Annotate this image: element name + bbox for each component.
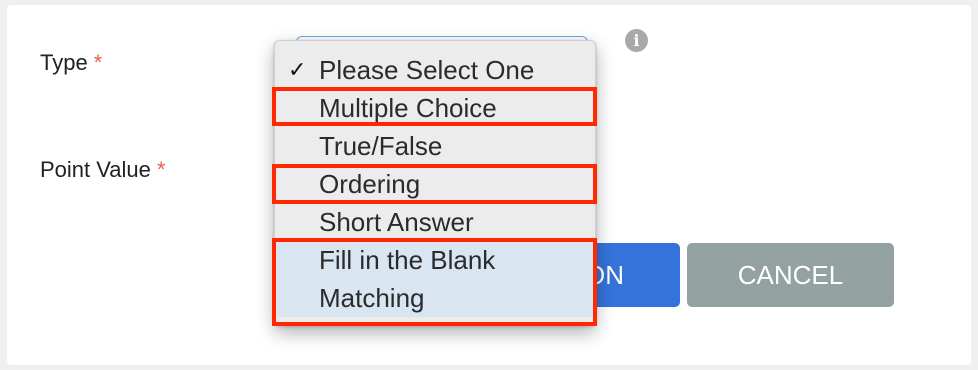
type-label: Type * [40, 50, 102, 76]
point-value-label-text: Point Value [40, 157, 151, 182]
option-label: Matching [319, 283, 425, 313]
option-label: True/False [319, 131, 443, 161]
option-short-answer[interactable]: Short Answer [275, 203, 595, 241]
type-label-text: Type [40, 50, 88, 75]
option-multiple-choice[interactable]: Multiple Choice [275, 89, 595, 127]
required-marker: * [93, 50, 103, 75]
option-true-false[interactable]: True/False [275, 127, 595, 165]
option-label: Multiple Choice [319, 93, 497, 123]
option-label: Short Answer [319, 207, 474, 237]
cancel-button[interactable]: CANCEL [687, 243, 894, 307]
required-marker: * [156, 157, 166, 182]
info-circle-icon[interactable]: i [625, 29, 648, 52]
option-label: Please Select One [319, 55, 535, 85]
option-please-select-one[interactable]: ✓ Please Select One [275, 51, 595, 89]
point-value-label: Point Value * [40, 157, 165, 183]
option-ordering[interactable]: Ordering [275, 165, 595, 203]
option-matching[interactable]: Matching [275, 279, 595, 317]
checkmark-icon: ✓ [288, 57, 307, 82]
option-label: Fill in the Blank [319, 245, 496, 275]
option-label: Ordering [319, 169, 421, 199]
option-fill-in-the-blank[interactable]: Fill in the Blank [275, 241, 595, 279]
type-dropdown-menu[interactable]: ✓ Please Select One Multiple Choice True… [274, 40, 596, 326]
